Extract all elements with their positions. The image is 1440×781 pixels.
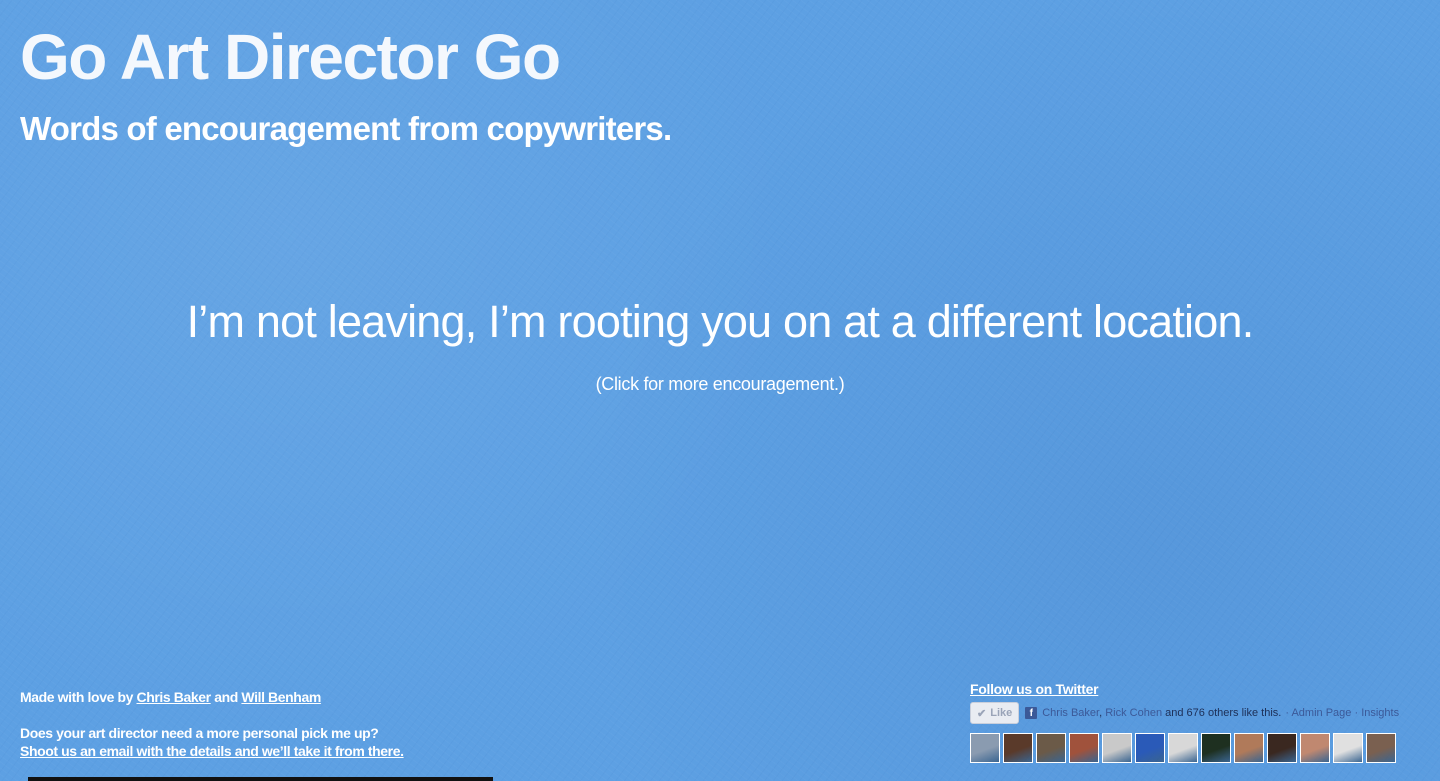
author-link-chris-baker[interactable]: Chris Baker [137,689,212,705]
fb-like-count-text: and 676 others like this. [1162,707,1282,719]
and-text: and [214,689,238,705]
friend-avatar[interactable] [1234,733,1264,763]
credits: Made with love by Chris Baker and Will B… [20,688,404,759]
site-tagline: Words of encouragement from copywriters. [20,110,672,147]
dot-separator: · [1354,707,1359,719]
social-panel: Follow us on Twitter ✔ Like f Chris Bake… [970,681,1410,763]
check-icon: ✔ [977,707,987,720]
friend-avatar[interactable] [1267,733,1297,763]
site-title: Go Art Director Go [20,21,561,93]
facebook-like-summary: Chris Baker, Rick Cohen and 676 others l… [1042,707,1281,719]
facebook-icon: f [1025,707,1038,719]
insights-link[interactable]: Insights [1361,707,1399,719]
bottom-scrollbar[interactable] [28,777,493,781]
friend-avatar[interactable] [1036,733,1066,763]
more-encouragement-link[interactable]: (Click for more encouragement.) [0,372,1440,396]
author-link-will-benham[interactable]: Will Benham [241,689,321,705]
friend-avatar[interactable] [1333,733,1363,763]
pitch-question: Does your art director need a more perso… [20,725,379,741]
made-with-love-line: Made with love by Chris Baker and Will B… [20,688,321,706]
friend-avatar[interactable] [1069,733,1099,763]
encouragement-quote[interactable]: I’m not leaving, I’m rooting you on at a… [0,294,1440,350]
pitch-block: Does your art director need a more perso… [20,724,404,760]
like-label: Like [990,707,1013,719]
fb-friend-chris-baker[interactable]: Chris Baker [1042,707,1099,719]
email-link[interactable]: Shoot us an email with the details and w… [20,743,404,759]
friend-avatar[interactable] [1300,733,1330,763]
admin-page-link[interactable]: Admin Page [1291,707,1351,719]
facebook-admin-links: · Admin Page · Insights [1285,707,1399,719]
friend-avatar[interactable] [1003,733,1033,763]
friend-avatar[interactable] [1201,733,1231,763]
facebook-like-row: ✔ Like f Chris Baker, Rick Cohen and 676… [970,701,1410,725]
friend-avatar[interactable] [1135,733,1165,763]
facebook-like-button[interactable]: ✔ Like [970,702,1020,724]
facebook-friend-faces [970,733,1410,763]
friend-avatar[interactable] [970,733,1000,763]
friend-avatar[interactable] [1168,733,1198,763]
made-with-love-text: Made with love by [20,689,133,705]
friend-avatar[interactable] [1102,733,1132,763]
friend-avatar[interactable] [1366,733,1396,763]
dot-separator: · [1285,707,1289,719]
twitter-follow-link[interactable]: Follow us on Twitter [970,681,1099,697]
fb-friend-rick-cohen[interactable]: Rick Cohen [1105,707,1162,719]
